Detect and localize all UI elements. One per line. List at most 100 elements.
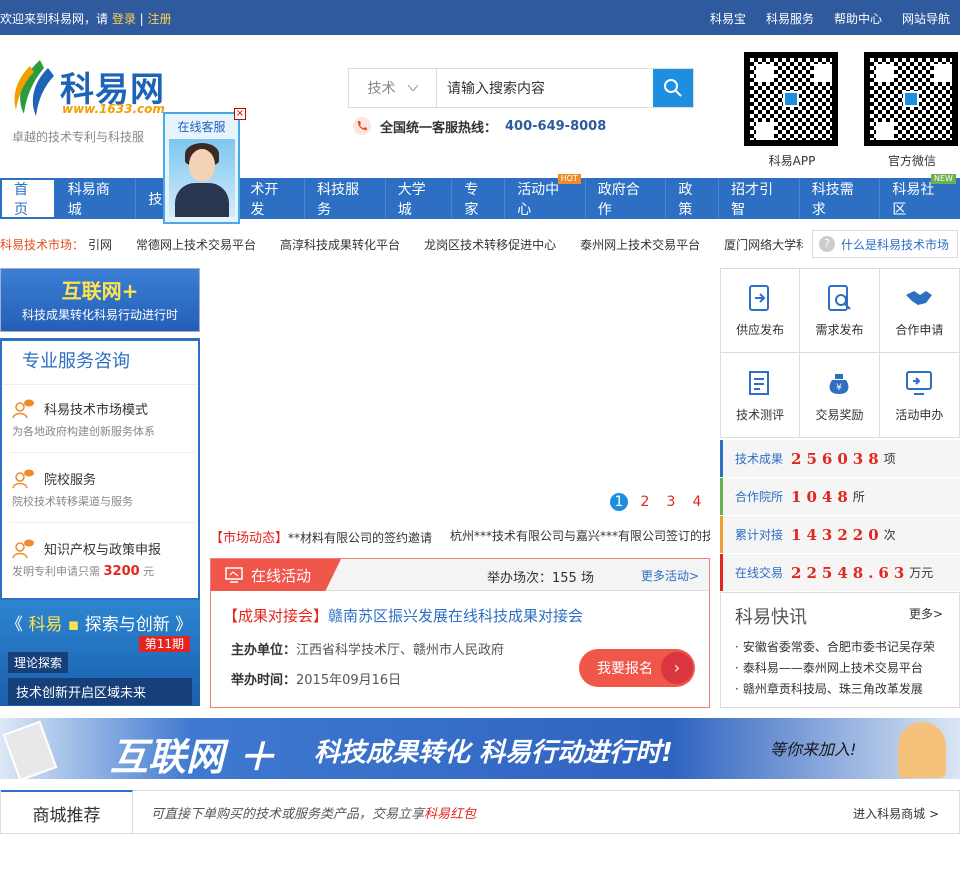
explore-innovation-banner[interactable]: 《 科易 ▪ 探索与创新 》 第11期 理论探索 技术创新开启区域未来 — [0, 600, 200, 706]
phone-illustration-icon — [2, 720, 58, 779]
consult-item[interactable]: 科易技术市场模式 为各地政府构建创新服务体系 — [10, 387, 196, 453]
market-item[interactable]: 泰州网上技术交易平台 — [580, 236, 700, 253]
close-icon[interactable]: × — [234, 108, 246, 120]
dynamics-item[interactable]: 杭州***技术有限公司与嘉兴***有限公司签订的技 — [450, 527, 710, 547]
main-nav: 首页 科易商城 技 术开发 科技服务 大学城 专家 活动中心 HOT 政府合作 政… — [0, 174, 960, 219]
theory-tag: 理论探索 — [8, 652, 69, 673]
nav-tech[interactable]: 技 — [136, 178, 164, 219]
image-slider[interactable] — [210, 268, 710, 518]
news-item[interactable]: 泰科易——泰州网上技术交易平台 — [735, 658, 949, 679]
nav-demands[interactable]: 科技需求 — [800, 178, 881, 219]
action-reward[interactable]: ¥ 交易奖励 — [800, 353, 880, 437]
consult-panel: 专业服务咨询 科易技术市场模式 为各地政府构建创新服务体系 院校服务 院校技术转… — [0, 338, 200, 600]
consultant-icon — [12, 399, 34, 419]
internet-plus-banner[interactable]: 互联网+ 科技成果转化科易行动进行时 — [0, 268, 200, 332]
news-title: 科易快讯 — [735, 607, 807, 628]
activity-icon — [906, 370, 933, 395]
activity-title[interactable]: 【成果对接会】赣南苏区振兴发展在线科技成果对接会 — [223, 605, 583, 626]
search-category-select[interactable]: 技术 — [349, 69, 437, 107]
action-evaluation[interactable]: 技术测评 — [721, 353, 801, 437]
nav-community[interactable]: 科易社区 NEW — [880, 174, 960, 219]
internet-plus-wide-banner[interactable]: 互联网 ＋ 科技成果转化 科易行动进行时! 等你来加入! — [0, 718, 960, 779]
slider-pagination: 1 2 3 4 — [610, 493, 706, 511]
more-activities-link[interactable]: 更多活动> — [641, 567, 699, 584]
top-link-keyibao[interactable]: 科易宝 — [710, 10, 746, 27]
top-link-help[interactable]: 帮助中心 — [834, 10, 882, 27]
welcome-text: 欢迎来到科易网，请 登录 | 注册 — [0, 12, 172, 26]
stat-total-matches: 累计对接 143220 次 — [720, 516, 960, 553]
nav-tech-service[interactable]: 科技服务 — [305, 178, 386, 219]
search-button[interactable] — [653, 69, 693, 107]
login-link[interactable]: 登录 — [112, 12, 136, 26]
online-activity-tab[interactable]: 在线活动 — [211, 559, 341, 591]
slider-page[interactable]: 2 — [636, 493, 654, 511]
phone-icon — [353, 117, 371, 135]
dynamics-label: 【市场动态】 — [210, 531, 289, 546]
explore-subtitle: 技术创新开启区域未来 — [8, 678, 192, 705]
slogan: 卓越的技术专利与科技服 — [12, 130, 145, 144]
qr-code-icon — [864, 52, 958, 146]
search-bar: 技术 请输入搜索内容 — [348, 68, 694, 108]
stat-online-trades: 在线交易 22548.63 万元 — [720, 554, 960, 591]
slider-page[interactable]: 1 — [610, 493, 628, 511]
online-service-popup[interactable]: × 在线客服 — [163, 108, 246, 224]
consult-item[interactable]: 知识产权与政策申报 发明专利申请只需 3200 元 — [10, 527, 196, 593]
stat-tech-results: 技术成果 256038 项 — [720, 440, 960, 477]
online-activity-panel: 在线活动 举办场次：155 场 更多活动> 【成果对接会】赣南苏区振兴发展在线科… — [210, 558, 710, 708]
consult-title: 专业服务咨询 — [2, 341, 198, 385]
nav-university[interactable]: 大学城 — [386, 178, 453, 219]
arrow-right-icon: › — [661, 652, 693, 684]
svg-text:¥: ¥ — [837, 383, 843, 393]
market-item[interactable]: 引网 — [88, 236, 112, 253]
action-demand[interactable]: 需求发布 — [800, 269, 880, 353]
news-more-link[interactable]: 更多> — [909, 605, 943, 622]
new-badge: NEW — [931, 174, 956, 184]
market-item[interactable]: 厦门网络大学科技 — [724, 236, 803, 253]
slider-page[interactable]: 3 — [662, 493, 680, 511]
consultant-icon — [12, 469, 34, 489]
mall-recommend-bar: 商城推荐 可直接下单购买的技术或服务类产品，交易立享科易红包 进入科易商城 > — [0, 790, 960, 834]
consultant-icon — [12, 539, 34, 559]
news-item[interactable]: 赣州章贡科技局、珠三角改革发展 — [735, 679, 949, 700]
reward-icon: ¥ — [830, 373, 849, 394]
market-item[interactable]: 高淳科技成果转化平台 — [280, 236, 400, 253]
search-input[interactable]: 请输入搜索内容 — [437, 69, 653, 107]
site-logo[interactable]: 科易网 www.1633.com — [10, 50, 190, 120]
nav-experts[interactable]: 专家 — [452, 178, 506, 219]
activity-count: 举办场次：155 场 — [487, 571, 594, 586]
action-cooperation[interactable]: 合作申请 — [879, 269, 959, 353]
enter-mall-link[interactable]: 进入科易商城 > — [853, 805, 939, 822]
qr-wechat: 官方微信 — [864, 52, 960, 169]
register-link[interactable]: 注册 — [148, 12, 172, 26]
price-value: 3200 — [103, 564, 140, 579]
nav-home[interactable]: 首页 — [0, 178, 56, 219]
nav-mall[interactable]: 科易商城 — [56, 178, 137, 219]
news-panel: 科易快讯 更多> 安徽省委常委、合肥市委书记吴存荣 泰科易——泰州网上技术交易平… — [720, 592, 960, 708]
logo-mark-icon — [14, 60, 54, 116]
slider-page[interactable]: 4 — [688, 493, 706, 511]
quick-actions: 供应发布 需求发布 合作申请 技术测评 ¥ 交易奖励 活动申办 — [720, 268, 960, 438]
hotline: 全国统一客服热线： 400-649-8008 — [352, 116, 606, 136]
signup-button[interactable]: 我要报名 › — [579, 649, 695, 687]
hot-badge: HOT — [557, 174, 581, 184]
nav-activities[interactable]: 活动中心 HOT — [505, 174, 586, 219]
evaluation-icon — [749, 370, 770, 395]
action-host-activity[interactable]: 活动申办 — [880, 353, 959, 437]
news-item[interactable]: 安徽省委常委、合肥市委书记吴存荣 — [735, 637, 949, 658]
stat-partner-institutes: 合作院所 1048 所 — [720, 478, 960, 515]
market-item[interactable]: 常德网上技术交易平台 — [136, 236, 256, 253]
nav-gov-coop[interactable]: 政府合作 — [586, 178, 667, 219]
nav-talent[interactable]: 招才引智 — [719, 178, 800, 219]
market-item[interactable]: 龙岗区技术转移促进中心 — [424, 236, 556, 253]
nav-policy[interactable]: 政策 — [666, 178, 720, 219]
action-supply[interactable]: 供应发布 — [721, 269, 801, 353]
consult-item[interactable]: 院校服务 院校技术转移渠道与服务 — [10, 457, 196, 523]
qr-app: 科易APP — [744, 52, 840, 169]
search-icon — [664, 79, 682, 97]
dynamics-item[interactable]: **材料有限公司的签约邀请 — [288, 531, 432, 545]
question-icon: ? — [819, 236, 835, 252]
monitor-icon — [225, 567, 243, 583]
what-is-market-link[interactable]: ? 什么是科易技术市场 — [812, 230, 958, 258]
top-link-sitemap[interactable]: 网站导航 — [902, 10, 950, 27]
top-link-services[interactable]: 科易服务 — [766, 10, 814, 27]
